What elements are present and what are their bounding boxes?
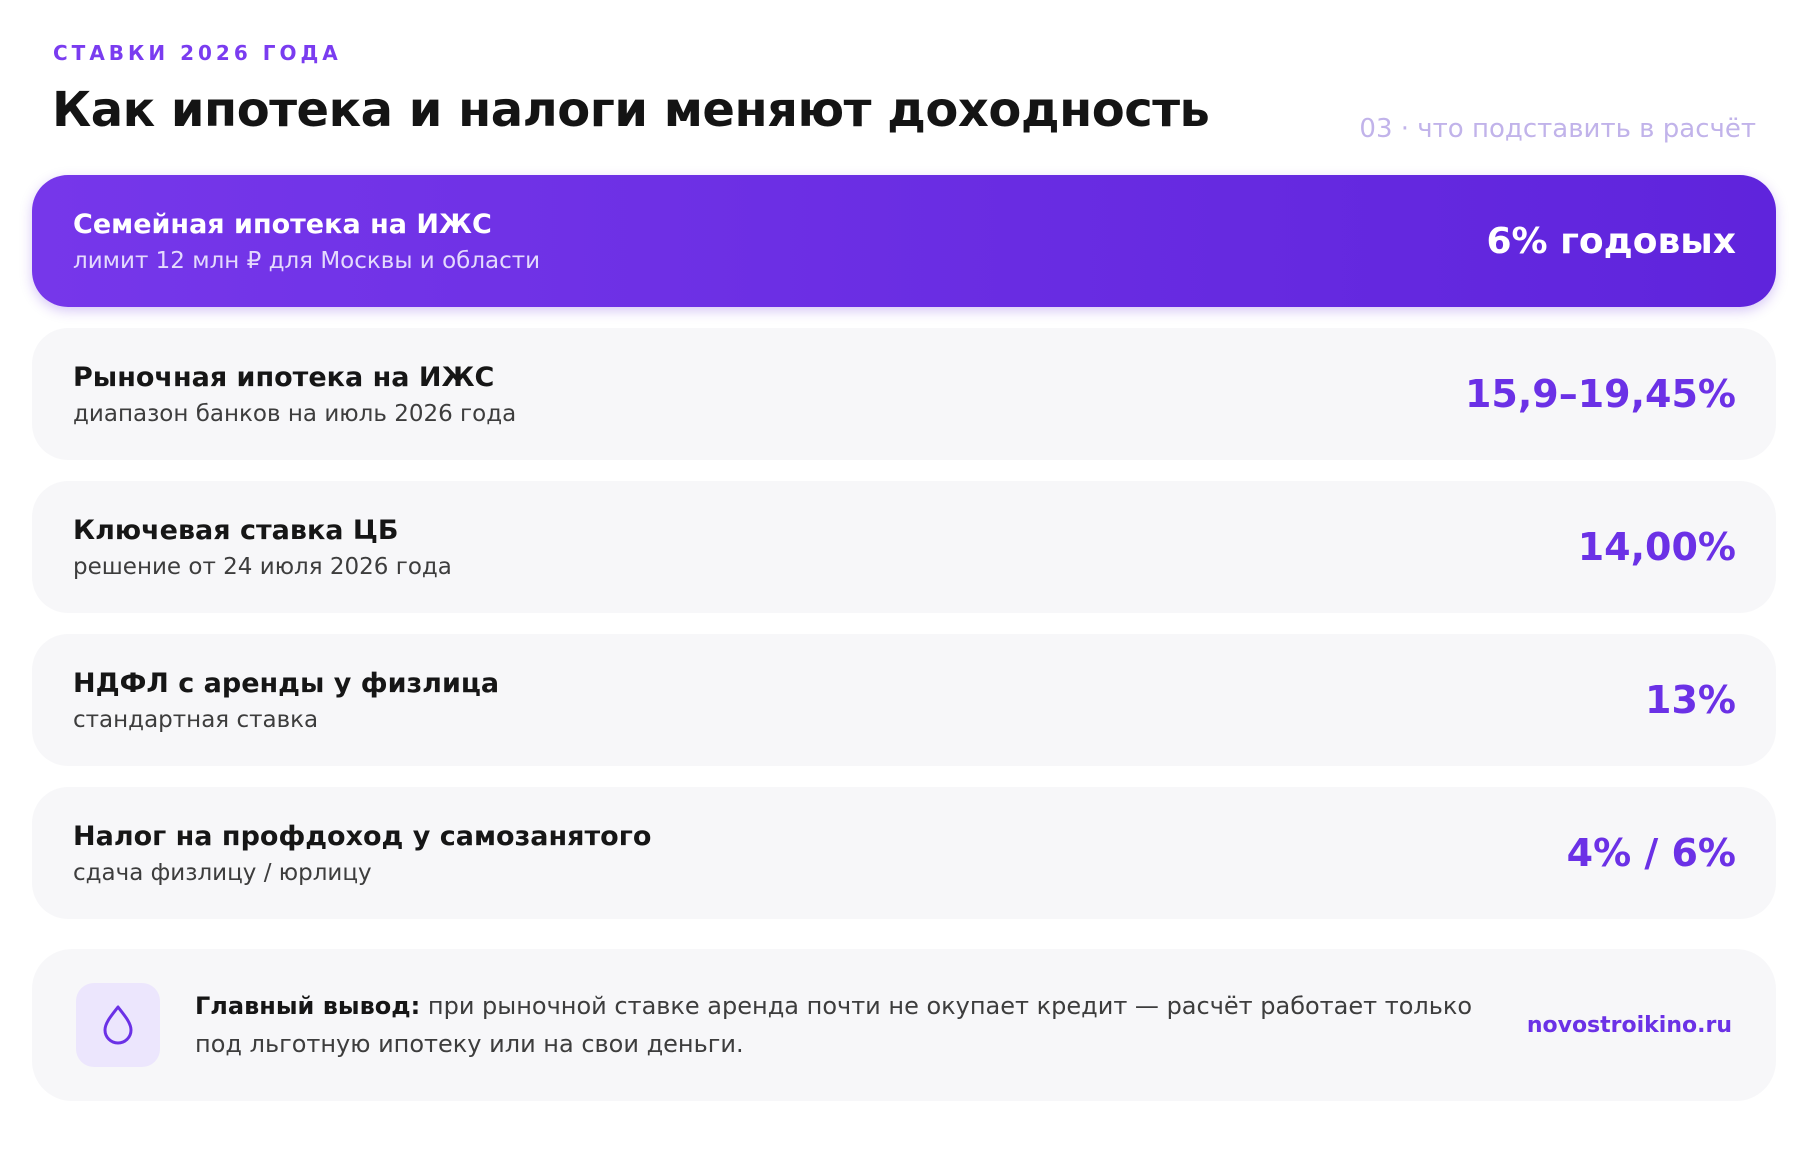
rate-value: 15,9–19,45% xyxy=(1464,372,1736,416)
drop-icon xyxy=(76,983,160,1067)
rate-name: Налог на профдоход у самозанятого xyxy=(73,820,652,852)
rate-name: Семейная ипотека на ИЖС xyxy=(73,208,492,240)
rate-card-family-mortgage: Семейная ипотека на ИЖС лимит 12 млн ₽ д… xyxy=(32,175,1776,307)
page-title: Как ипотека и налоги меняют доходность xyxy=(52,82,1210,138)
rate-card-market-mortgage: Рыночная ипотека на ИЖС диапазон банков … xyxy=(32,328,1776,460)
rate-card-key-rate: Ключевая ставка ЦБ решение от 24 июля 20… xyxy=(32,481,1776,613)
rate-name: Рыночная ипотека на ИЖС xyxy=(73,361,495,393)
rates-list: Семейная ипотека на ИЖС лимит 12 млн ₽ д… xyxy=(32,175,1776,940)
rate-value: 4% / 6% xyxy=(1566,831,1736,875)
conclusion-text: Главный вывод: при рыночной ставке аренд… xyxy=(195,987,1515,1063)
rate-note: лимит 12 млн ₽ для Москвы и области xyxy=(73,247,541,274)
rate-card-ndfl: НДФЛ с аренды у физлица стандартная став… xyxy=(32,634,1776,766)
rate-note: решение от 24 июля 2026 года xyxy=(73,553,452,580)
site-link[interactable]: novostroikino.ru xyxy=(1527,1013,1732,1038)
rate-value: 13% xyxy=(1645,678,1736,722)
rate-name: Ключевая ставка ЦБ xyxy=(73,514,399,546)
rate-card-self-employed-tax: Налог на профдоход у самозанятого сдача … xyxy=(32,787,1776,919)
rate-value: 14,00% xyxy=(1577,525,1736,569)
rate-name: НДФЛ с аренды у физлица xyxy=(73,667,500,699)
rate-note: диапазон банков на июль 2026 года xyxy=(73,400,517,427)
conclusion-label: Главный вывод: xyxy=(195,992,421,1020)
rate-note: стандартная ставка xyxy=(73,706,319,733)
eyebrow-label: СТАВКИ 2026 ГОДА xyxy=(53,41,342,65)
section-note: 03 · что подставить в расчёт xyxy=(1359,114,1756,144)
rate-value: 6% годовых xyxy=(1486,220,1736,262)
rate-note: сдача физлицу / юрлицу xyxy=(73,859,372,886)
conclusion-card: Главный вывод: при рыночной ставке аренд… xyxy=(32,949,1776,1101)
